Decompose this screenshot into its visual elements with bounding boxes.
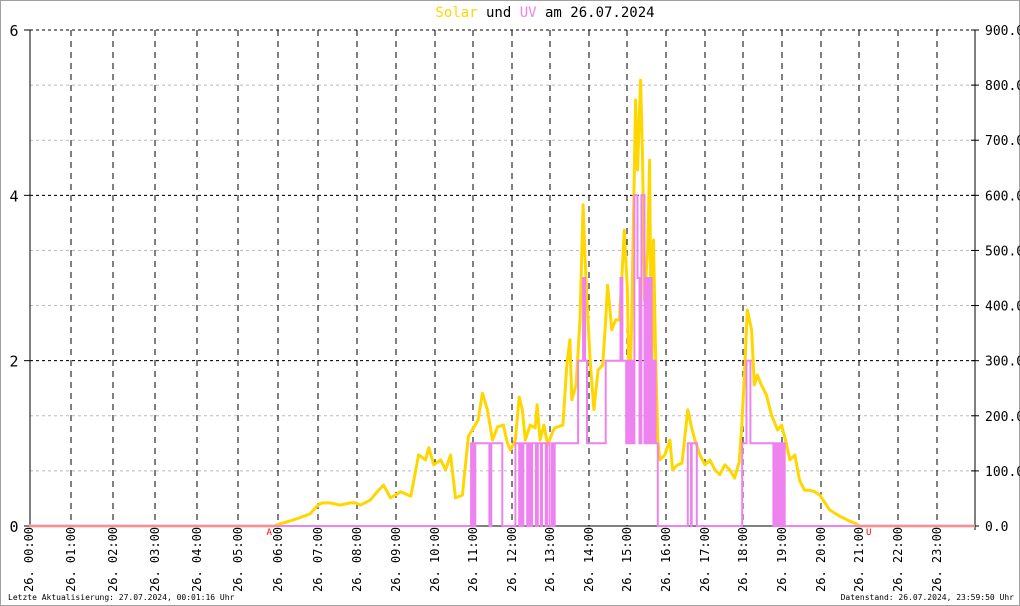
right-axis-tick-label: 200.0 [985, 410, 1020, 425]
right-axis-tick-label: 100.0 [985, 465, 1020, 480]
x-axis-tick-label: 26. 14:00 [582, 527, 596, 592]
x-axis-tick-label: 26. 17:00 [698, 527, 712, 592]
x-axis-tick-label: 26. 06:00 [271, 527, 285, 592]
left-axis-tick-label: 4 [9, 187, 18, 205]
x-axis-tick-label: 26. 16:00 [659, 527, 673, 592]
x-axis-tick-label: 26. 23:00 [930, 527, 944, 592]
x-axis-tick-label: 26. 09:00 [389, 527, 403, 592]
right-axis-tick-label: 800.0 [985, 79, 1020, 94]
x-axis-tick-label: 26. 02:00 [106, 527, 120, 592]
x-axis-tick-label: 26. 00:00 [22, 527, 36, 592]
right-axis-tick-label: 500.0 [985, 244, 1020, 259]
right-axis-tick-label: 300.0 [985, 355, 1020, 370]
left-axis-tick-label: 0 [9, 518, 18, 536]
x-axis-tick-label: 26. 12:00 [505, 527, 519, 592]
x-axis-tick-label: 26. 03:00 [148, 527, 162, 592]
sun-marker-U: U [866, 528, 871, 538]
x-axis-tick-label: 26. 20:00 [814, 527, 828, 592]
right-axis-tick-label: 400.0 [985, 300, 1020, 315]
right-axis-tick-label: 600.0 [985, 189, 1020, 204]
chart-window: Solar und UV am 26.07.2024 0.0100.0200.0… [0, 0, 1020, 606]
last-update-text: Letzte Aktualisierung: 27.07.2024, 00:01… [8, 593, 235, 602]
sun-marker-A: A [266, 528, 272, 538]
plot-area: 0.0 100.0 200.0 300.0 400.0 500.0 600.0 700.0 80… [9, 22, 1020, 592]
x-axis-tick-label: 26. 18:00 [736, 527, 750, 592]
x-axis-tick-label: 26. 21:00 [852, 527, 866, 592]
x-axis-tick-label: 26. 08:00 [350, 527, 364, 592]
x-axis-tick-label: 26. 04:00 [190, 527, 204, 592]
x-axis-tick-label: 26. 10:00 [428, 527, 442, 592]
left-axis-tick-label: 2 [9, 353, 18, 371]
x-axis-tick-label: 26. 19:00 [775, 527, 789, 592]
x-axis-tick-label: 26. 07:00 [311, 527, 325, 592]
x-axis-tick-label: 26. 22:00 [891, 527, 905, 592]
x-axis-tick-label: 26. 11:00 [466, 527, 480, 592]
right-axis-tick-label: 900.0 [985, 24, 1020, 39]
data-status-text: Datenstand: 26.07.2024, 23:59:50 Uhr [840, 593, 1014, 602]
left-axis-tick-label: 6 [9, 22, 18, 40]
x-axis-tick-label: 26. 13:00 [543, 527, 557, 592]
x-axis-tick-label: 26. 15:00 [620, 527, 634, 592]
x-axis-tick-label: 26. 01:00 [64, 527, 78, 592]
x-axis-tick-label: 26. 05:00 [231, 527, 245, 592]
right-axis-tick-label: 700.0 [985, 134, 1020, 149]
right-axis-tick-label: 0.0 [985, 520, 1008, 535]
